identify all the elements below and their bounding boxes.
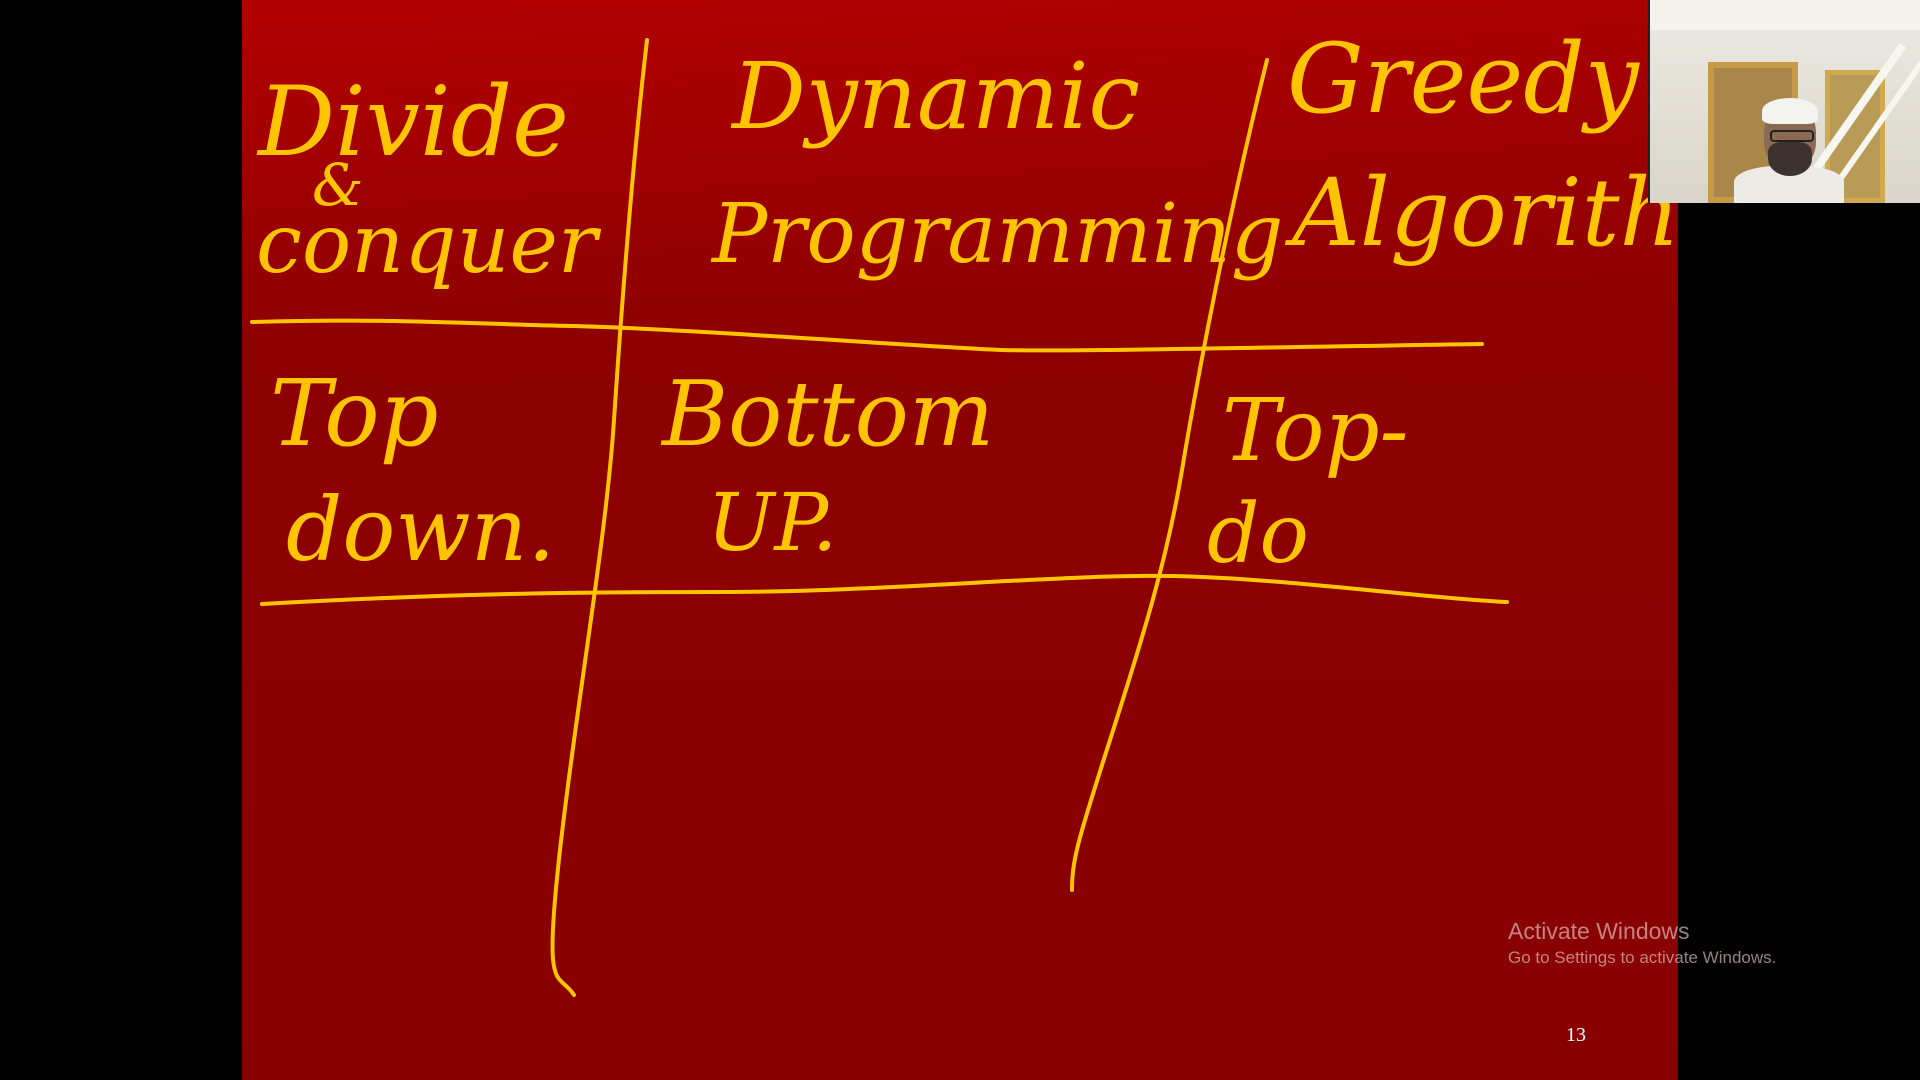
slide-page-number: 13 <box>1566 1024 1586 1046</box>
column-divider-1 <box>550 38 649 997</box>
col2-header-line1: Dynamic <box>730 43 1140 150</box>
handwriting-layer: Divide & conquer Dynamic Programming Gre… <box>250 23 1678 997</box>
col2-row1-line2: UP. <box>707 476 837 569</box>
presenter-webcam-feed <box>1648 0 1920 203</box>
col3-header-line2: Algorithm <box>1284 159 1678 268</box>
presenter-avatar <box>1734 98 1844 203</box>
header-underline <box>250 318 1484 353</box>
col1-row1-line1: Top <box>270 360 439 467</box>
col3-header-line1: Greedy <box>1287 23 1641 135</box>
screen: Divide & conquer Dynamic Programming Gre… <box>0 0 1920 1080</box>
watermark-subtitle: Go to Settings to activate Windows. <box>1508 948 1777 967</box>
col2-row1-line1: Bottom <box>660 362 994 467</box>
col3-row1-line1: Top- <box>1222 381 1409 481</box>
col3-row1-line2: do <box>1207 487 1309 582</box>
activate-windows-watermark: Activate Windows Go to Settings to activ… <box>1508 916 1776 970</box>
watermark-title: Activate Windows <box>1508 918 1690 944</box>
col1-header-line3: conquer <box>256 197 602 292</box>
col1-row1-line2: down. <box>286 478 555 581</box>
presentation-slide: Divide & conquer Dynamic Programming Gre… <box>242 0 1678 1080</box>
col2-header-line2: Programming <box>710 187 1283 282</box>
col1-header-line1: Divide <box>256 66 569 178</box>
